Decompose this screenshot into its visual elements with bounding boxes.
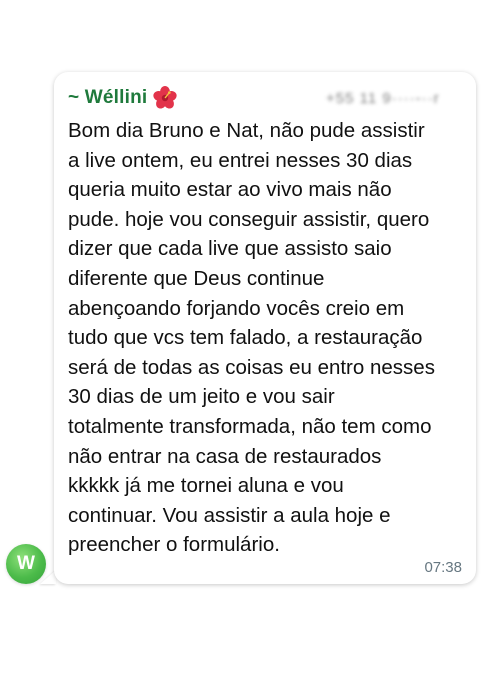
message-line: 30 dias de um jeito e vou sair [68,385,335,409]
message-timestamp: 07:38 [424,559,462,576]
sender-header: ~ Wéllini +55 11 9····-··r [68,86,462,110]
message-line: será de todas as coisas eu entro nesses [68,355,435,379]
message-line: kkkkk já me tornei aluna e vou [68,474,344,498]
message-line: dizer que cada live que assisto saio [68,237,392,261]
message-line: não entrar na casa de restaurados [68,444,382,468]
message-line: tudo que vcs tem falado, a restauração [68,326,423,350]
message-line: pude. hoje vou conseguir assistir, quero [68,207,430,231]
message-line: continuar. Vou assistir a aula hoje e [68,503,391,527]
message-line: a live ontem, eu entrei nesses 30 dias [68,148,413,172]
message-body: Bom dia Bruno e Nat, não pude assistir a… [68,116,466,560]
message-line: Bom dia Bruno e Nat, não pude assistir [68,119,425,142]
message-line: abençoando forjando vocês creio em [68,296,405,320]
message-line: queria muito estar ao vivo mais não [68,178,392,202]
sender-phone: +55 11 9····-··r [326,90,440,107]
avatar[interactable]: W [6,544,46,584]
sender-name[interactable]: ~ Wéllini [68,87,147,109]
message-line: totalmente transformada, não tem como [68,414,432,438]
message-bubble[interactable]: ~ Wéllini +55 11 9····-··r Bom dia Bruno… [54,72,476,584]
avatar-initial: W [17,553,35,574]
hibiscus-icon [153,86,178,110]
message-line: diferente que Deus continue [68,266,325,290]
message-line: preencher o formulário. [68,533,280,557]
